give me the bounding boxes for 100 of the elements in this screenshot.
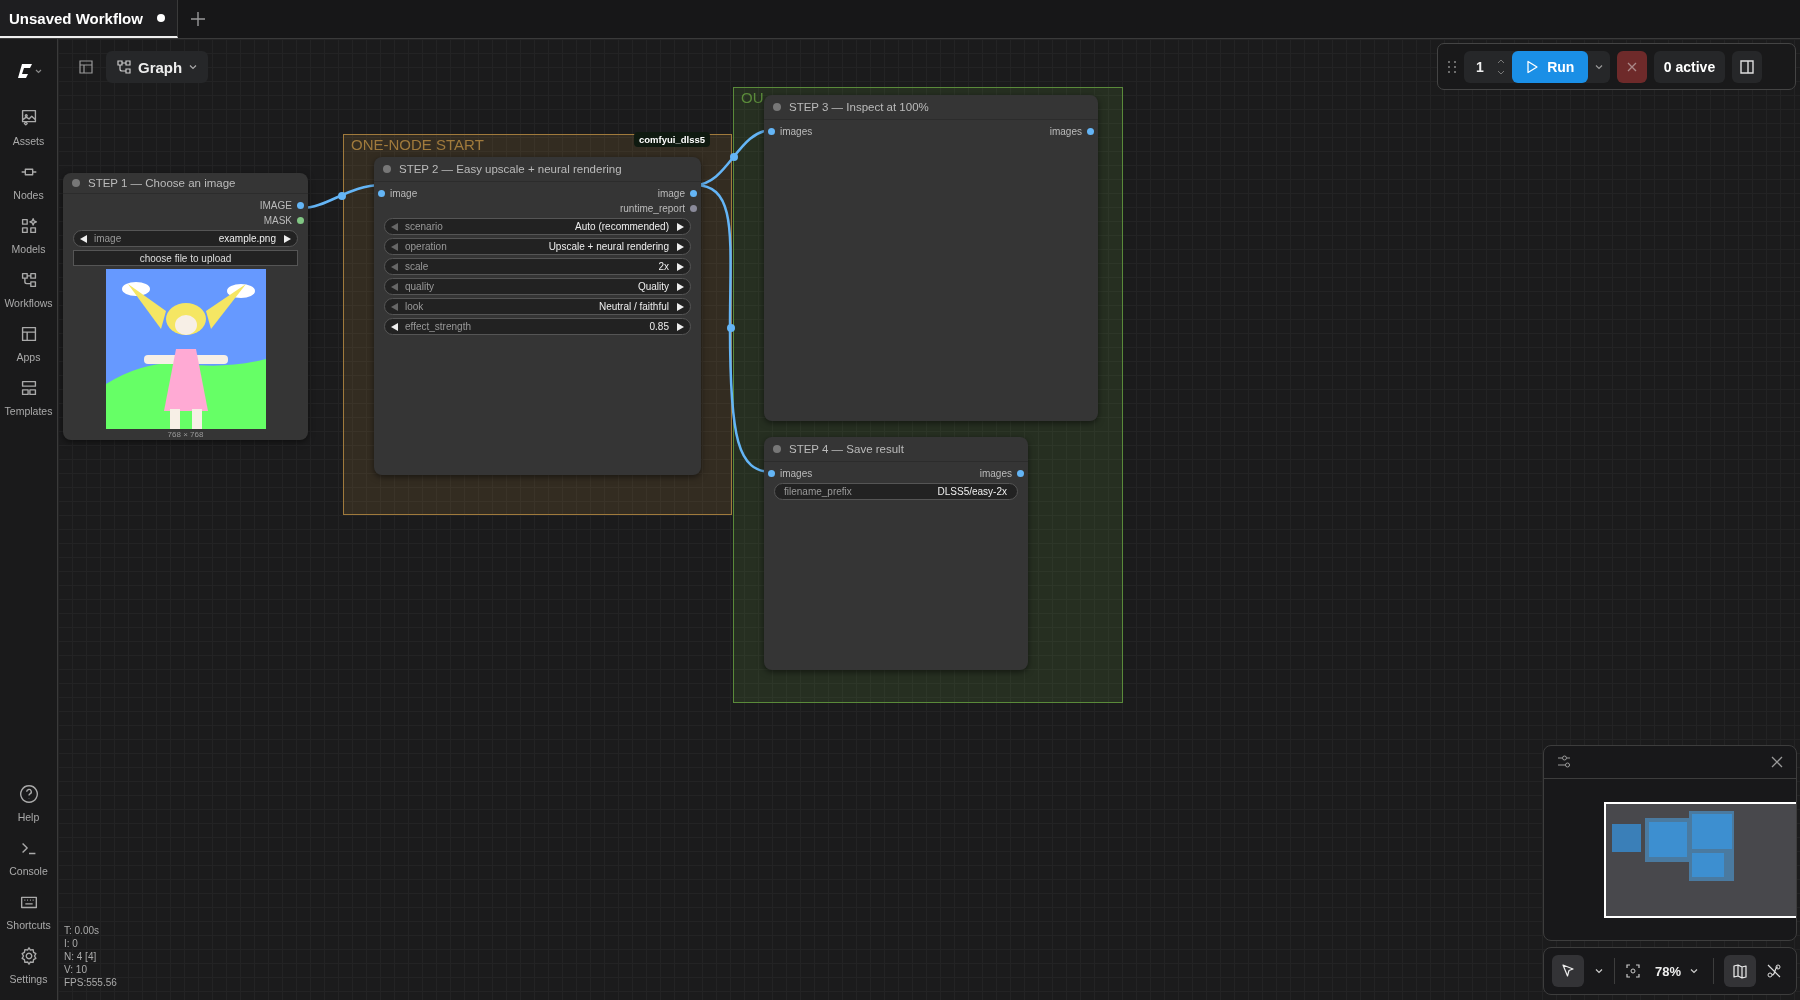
cancel-button[interactable] <box>1616 50 1647 83</box>
widget-name: quality <box>404 281 435 292</box>
right-arrow-icon[interactable] <box>677 222 684 231</box>
zoom-dropdown[interactable]: 78% <box>1651 963 1704 979</box>
widget-value: 0.85 <box>649 321 670 332</box>
node-source-badge: comfyui_dlss5 <box>634 132 710 147</box>
widget-value: Neutral / faithful <box>598 301 670 312</box>
fit-view-icon[interactable] <box>1625 963 1641 979</box>
workflow-tab[interactable]: Unsaved Workflow <box>0 0 178 38</box>
output-socket-icon[interactable] <box>297 217 304 224</box>
widget-field[interactable]: scale 2x <box>384 258 691 275</box>
output-label: images <box>1049 126 1082 137</box>
right-arrow-icon[interactable] <box>677 262 684 271</box>
input-socket-icon[interactable] <box>378 190 385 197</box>
output-socket-icon[interactable] <box>690 205 697 212</box>
view-mode-dropdown[interactable]: Graph <box>106 51 209 83</box>
widget-value: example.png <box>218 233 277 244</box>
collapse-dot-icon[interactable] <box>383 165 391 173</box>
chevron-down-icon[interactable] <box>1594 966 1604 976</box>
collapse-dot-icon[interactable] <box>773 103 781 111</box>
queue-button[interactable]: 0 active <box>1653 50 1726 83</box>
widget-field[interactable]: effect_strength 0.85 <box>384 318 691 335</box>
select-tool-button[interactable] <box>1552 955 1584 987</box>
widget-name: filename_prefix <box>783 486 853 497</box>
render-stat: N: 4 [4] <box>64 950 98 963</box>
node-card[interactable]: STEP 4 — Save result images images filename_prefix DLSS5/easy-2x <box>764 437 1028 670</box>
widget-value: Auto (recommended) <box>575 221 670 232</box>
left-arrow-icon[interactable] <box>80 234 87 243</box>
render-stat: I: 0 <box>64 937 79 950</box>
minimap-toggle-button[interactable] <box>1724 955 1757 987</box>
output-label: runtime_report <box>619 203 685 214</box>
drag-handle-icon[interactable] <box>1447 59 1457 74</box>
node-title: STEP 3 — Inspect at 100% <box>789 101 929 113</box>
stepper-icon[interactable] <box>1495 57 1506 76</box>
input-socket-icon[interactable] <box>768 128 775 135</box>
sidebar-item[interactable]: Console <box>0 832 57 882</box>
right-arrow-icon[interactable] <box>677 302 684 311</box>
node-group[interactable] <box>343 134 732 515</box>
plus-icon <box>189 11 206 27</box>
output-socket-icon[interactable] <box>1017 470 1024 477</box>
sidebar-item[interactable]: Apps <box>0 318 57 368</box>
node-card[interactable]: STEP 1 — Choose an image IMAGE MASK image example.png choose file to upload 768 × 768 <box>63 173 308 440</box>
sidebar-item[interactable]: Settings <box>0 940 57 990</box>
output-label: IMAGE <box>259 200 292 211</box>
collapse-dot-icon[interactable] <box>773 445 781 453</box>
sidebar-item[interactable]: Templates <box>0 372 57 422</box>
right-arrow-icon[interactable] <box>677 282 684 291</box>
widget-field[interactable]: operation Upscale + neural rendering <box>384 238 691 255</box>
left-arrow-icon[interactable] <box>391 322 398 331</box>
close-icon[interactable] <box>1770 755 1784 769</box>
close-icon <box>1625 60 1638 73</box>
widget-field[interactable]: filename_prefix DLSS5/easy-2x <box>774 483 1018 500</box>
workflow-icon <box>116 59 132 75</box>
node-group[interactable]: OU STEP 3 — Inspect at 100% images images STEP 4 — Save result images images filename_prefix DLSS5/easy-2x <box>733 87 1123 703</box>
right-arrow-icon[interactable] <box>677 322 684 331</box>
widget-field[interactable]: image example.png <box>73 230 298 247</box>
map-icon <box>1732 963 1749 979</box>
widget-name: look <box>404 301 425 312</box>
group-title: ONE-NODE START <box>351 135 484 155</box>
output-socket-icon[interactable] <box>1087 128 1094 135</box>
widget-name: effect_strength <box>404 321 472 332</box>
right-arrow-icon[interactable] <box>284 234 291 243</box>
sidebar-item[interactable]: Workflows <box>0 264 57 314</box>
render-stat: FPS:555.56 <box>64 976 117 989</box>
sidebar-item[interactable]: Models <box>0 210 57 260</box>
chevron-down-icon <box>188 62 199 72</box>
widget-name: image <box>93 233 123 244</box>
output-socket-icon[interactable] <box>690 190 697 197</box>
output-label: MASK <box>263 215 292 226</box>
widget-field[interactable]: look Neutral / faithful <box>384 298 691 315</box>
help-icon <box>17 783 40 805</box>
sidebar-item[interactable]: Shortcuts <box>0 886 57 936</box>
widget-name: operation <box>404 241 448 252</box>
node-card[interactable] <box>374 157 701 475</box>
widget-value: Quality <box>637 281 670 292</box>
play-icon <box>1525 59 1540 74</box>
widget-value: 2x <box>658 261 670 272</box>
widget-value: Upscale + neural rendering <box>548 241 670 252</box>
input-socket-icon[interactable] <box>768 470 775 477</box>
render-stat: V: 10 <box>64 963 88 976</box>
node-card[interactable]: STEP 3 — Inspect at 100% images images <box>764 95 1098 421</box>
sliders-icon[interactable] <box>1556 754 1572 770</box>
hide-links-icon[interactable] <box>1766 963 1783 979</box>
widget-name: scale <box>404 261 430 272</box>
sidebar-item[interactable]: Assets <box>0 102 57 152</box>
widget-field[interactable]: scenario Auto (recommended) <box>384 218 691 235</box>
widget-name: scenario <box>404 221 444 232</box>
right-arrow-icon[interactable] <box>677 242 684 251</box>
collapse-dot-icon[interactable] <box>72 179 80 187</box>
sidebar-item[interactable]: Help <box>0 778 57 828</box>
sidebar-item[interactable]: Nodes <box>0 156 57 206</box>
widget-value: DLSS5/easy-2x <box>937 486 1008 497</box>
node-title: STEP 2 — Easy upscale + neural rendering <box>399 163 622 175</box>
widget-field[interactable]: quality Quality <box>384 278 691 295</box>
chevron-down-icon <box>1689 966 1700 976</box>
upload-button[interactable]: choose file to upload <box>73 250 298 266</box>
batch-count-field[interactable]: 1 <box>1464 57 1512 76</box>
output-socket-icon[interactable] <box>297 202 304 209</box>
toggle-panel-button[interactable] <box>1732 50 1763 83</box>
input-label: images <box>780 468 813 479</box>
